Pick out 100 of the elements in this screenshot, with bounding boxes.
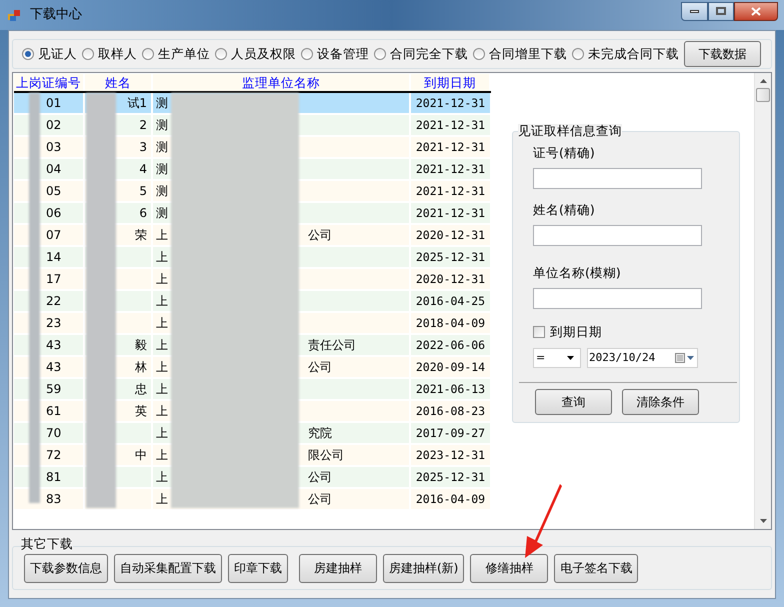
radio-option[interactable]: 人员及权限 <box>215 44 296 64</box>
table-cell: 试1 <box>127 96 147 110</box>
table-cell: 2025-12-31 <box>416 470 486 484</box>
date-checkbox[interactable]: 到期日期 <box>533 323 719 342</box>
field-label: 单位名称(模糊) <box>533 264 622 282</box>
close-icon[interactable] <box>751 6 761 16</box>
table-cell: 2025-12-31 <box>416 250 486 264</box>
radio-option[interactable]: 生产单位 <box>142 44 210 64</box>
table-cell-text: 测 <box>156 139 168 156</box>
table-cell: 2021-12-31 <box>416 96 486 110</box>
group-title: 其它下载 <box>21 537 73 551</box>
download-button[interactable]: 下载参数信息 <box>24 554 108 582</box>
table-cell: 毅 <box>135 338 147 352</box>
table-cell: 01 <box>46 96 62 110</box>
column-header[interactable]: 姓名 <box>84 74 152 92</box>
table-cell: 2016-04-25 <box>416 294 486 308</box>
window-title: 下载中心 <box>30 6 82 24</box>
input-field[interactable] <box>533 225 702 246</box>
download-button[interactable]: 修缮抽样 <box>470 554 548 582</box>
table-cell: 70 <box>46 426 62 440</box>
query-button[interactable]: 清除条件 <box>622 389 699 415</box>
radio-option[interactable]: 合同完全下载 <box>374 44 468 64</box>
table-cell-text: 公司 <box>308 469 332 486</box>
download-button[interactable]: 房建抽样 <box>299 554 377 582</box>
operator-dropdown[interactable]: = <box>533 348 581 368</box>
download-button[interactable]: 印章下载 <box>228 554 288 582</box>
field-label: 证号(精确) <box>533 144 596 162</box>
table-cell-text: 测 <box>156 117 168 134</box>
calendar-icon[interactable] <box>675 352 695 363</box>
table-cell: 04 <box>46 162 62 176</box>
table-cell: 4 <box>139 162 147 176</box>
download-button[interactable]: 自动采集配置下载 <box>114 554 222 582</box>
scroll-thumb[interactable] <box>756 88 770 102</box>
table-cell: 2022-06-06 <box>416 338 486 352</box>
table-cell-text: 公司 <box>308 491 332 508</box>
query-button[interactable]: 查询 <box>535 389 612 415</box>
input-field[interactable] <box>533 168 702 189</box>
column-header[interactable]: 监理单位名称 <box>152 74 410 92</box>
scroll-up-icon[interactable] <box>760 79 766 83</box>
radio-option[interactable]: 未完成合同下载 <box>572 44 679 64</box>
table-cell-text: 测 <box>156 183 168 200</box>
table-cell-text: 上 <box>156 271 168 288</box>
caret-icon[interactable] <box>567 356 574 360</box>
table-cell-text: 上 <box>156 491 168 508</box>
table-cell-text: 上 <box>156 359 168 376</box>
table-cell: 2021-12-31 <box>416 184 486 198</box>
table-cell: 2021-12-31 <box>416 118 486 132</box>
table-cell: 03 <box>46 140 62 154</box>
table-cell: 2023-12-31 <box>416 448 486 462</box>
maximize-button[interactable] <box>708 2 734 20</box>
radio-option[interactable]: 设备管理 <box>301 44 369 64</box>
table-cell: 02 <box>46 118 62 132</box>
table-cell: 2020-09-14 <box>416 360 486 374</box>
table-cell: 荣 <box>135 228 147 242</box>
table-cell: 2021-12-31 <box>416 162 486 176</box>
table-cell: 2 <box>139 118 147 132</box>
date-picker[interactable]: 2023/10/24 <box>587 348 698 368</box>
table-cell: 07 <box>46 228 62 242</box>
table-cell-text: 上 <box>156 469 168 486</box>
table-cell: 72 <box>46 448 62 462</box>
table-cell-text: 上 <box>156 315 168 332</box>
minimize-button[interactable] <box>681 2 708 20</box>
table-cell: 14 <box>46 250 62 264</box>
vertical-scrollbar[interactable] <box>754 73 771 529</box>
table-cell: 22 <box>46 294 62 308</box>
table-cell: 林 <box>135 360 147 374</box>
table-cell-text: 测 <box>156 95 168 112</box>
table-cell: 2017-09-27 <box>416 426 486 440</box>
column-header[interactable]: 到期日期 <box>410 74 490 92</box>
download-button[interactable]: 电子签名下载 <box>554 554 638 582</box>
radio-option[interactable]: 见证人 <box>22 44 77 64</box>
table-cell: 06 <box>46 206 62 220</box>
download-data-button[interactable]: 下载数据 <box>684 41 761 67</box>
table-cell: 2021-12-31 <box>416 206 486 220</box>
table-cell: 3 <box>139 140 147 154</box>
table-cell: 17 <box>46 272 62 286</box>
table-cell: 忠 <box>135 382 147 396</box>
table-cell: 2018-04-09 <box>416 316 486 330</box>
table-cell: 2021-06-13 <box>416 382 486 396</box>
column-header[interactable]: 上岗证编号 <box>14 74 84 92</box>
table-cell: 61 <box>46 404 62 418</box>
table-cell-text: 上 <box>156 403 168 420</box>
table-cell: 2020-12-31 <box>416 228 486 242</box>
table-cell: 2021-12-31 <box>416 140 486 154</box>
table-cell-text: 上 <box>156 425 168 442</box>
table-cell: 05 <box>46 184 62 198</box>
table-cell-text: 究院 <box>308 425 332 442</box>
radio-option[interactable]: 取样人 <box>82 44 137 64</box>
scroll-down-icon[interactable] <box>760 519 766 523</box>
table-cell-text: 上 <box>156 293 168 310</box>
table-cell-text: 限公司 <box>308 447 344 464</box>
table-cell: 5 <box>139 184 147 198</box>
input-field[interactable] <box>533 288 702 309</box>
radio-option[interactable]: 合同增里下载 <box>473 44 567 64</box>
table-cell-text: 上 <box>156 447 168 464</box>
download-button[interactable]: 房建抽样(新) <box>383 554 464 582</box>
close-button[interactable] <box>734 2 778 20</box>
table-cell: 43 <box>46 338 62 352</box>
table-cell: 43 <box>46 360 62 374</box>
table-cell: 2020-12-31 <box>416 272 486 286</box>
